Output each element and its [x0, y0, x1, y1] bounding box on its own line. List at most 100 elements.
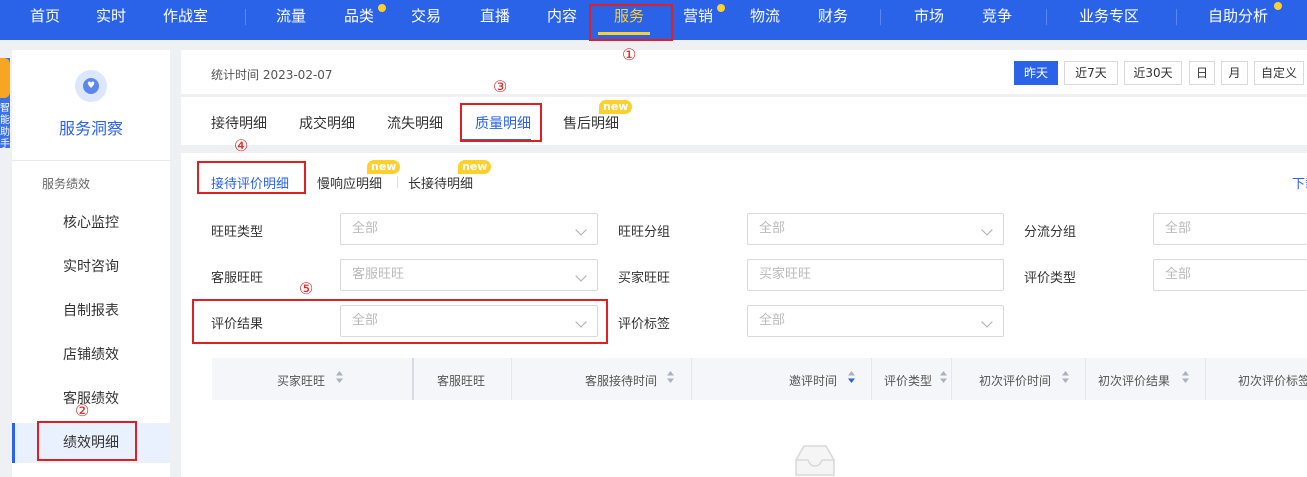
sort-icon[interactable]	[335, 370, 344, 384]
filter-label-flow-group: 分流分组	[1024, 225, 1077, 240]
table-column-divider	[691, 358, 692, 400]
select-value: 全部	[759, 313, 786, 328]
annotation-number-5: ⑤	[299, 279, 314, 298]
stat-time-label: 统计时间 2023-02-07	[211, 68, 333, 82]
subtab-divider	[397, 176, 398, 188]
assistant-mascot[interactable]: 智能助手	[0, 58, 10, 150]
wangwang-group-select[interactable]: 全部	[747, 213, 1004, 245]
sort-desc-icon[interactable]	[847, 370, 856, 384]
sort-icon[interactable]	[939, 370, 948, 384]
filter-label-cs-wangwang: 客服旺旺	[211, 271, 264, 286]
eval-type-select[interactable]: 全部	[1153, 259, 1307, 291]
annotation-box-quality-detail	[460, 103, 542, 142]
column-header-first-eval-tag[interactable]: 初次评价标签	[1238, 372, 1307, 389]
sidebar-item-core-monitor[interactable]: 核心监控	[12, 203, 170, 243]
sort-icon[interactable]	[1061, 370, 1070, 384]
sidebar-item-custom-report[interactable]: 自制报表	[12, 291, 170, 331]
sidebar-item-shop-performance[interactable]: 店铺绩效	[12, 335, 170, 375]
chevron-down-icon	[575, 270, 587, 282]
filter-label-buyer-wangwang: 买家旺旺	[618, 271, 671, 286]
download-link[interactable]: 下载	[1292, 173, 1307, 192]
chevron-down-icon	[575, 224, 587, 236]
sidebar: ♥ 服务洞察 服务绩效 核心监控 实时咨询 自制报表 店铺绩效 客服绩效 绩效明…	[12, 50, 170, 477]
tab-aftersale-detail[interactable]: 售后明细	[563, 113, 619, 133]
nav-item-logistics[interactable]: 物流	[750, 0, 780, 40]
date-button-custom[interactable]: 自定义	[1254, 61, 1304, 85]
nav-item-realtime[interactable]: 实时	[96, 0, 126, 40]
table-column-divider	[412, 358, 414, 400]
cs-wangwang-select[interactable]: 客服旺旺	[340, 259, 598, 291]
mascot-face-icon	[0, 58, 10, 98]
annotation-box-eval-result	[192, 299, 608, 344]
nav-item-category[interactable]: 品类	[344, 0, 374, 40]
sidebar-section-label: 服务绩效	[42, 177, 91, 191]
notification-dot-icon	[378, 4, 386, 12]
service-insight-logo: ♥	[75, 70, 107, 102]
wangwang-type-select[interactable]: 全部	[340, 213, 598, 245]
column-header-eval-type[interactable]: 评价类型	[884, 372, 932, 389]
nav-item-marketing[interactable]: 营销	[683, 0, 713, 40]
column-header-first-eval-result[interactable]: 初次评价结果	[1098, 372, 1170, 389]
subtab-long-reception[interactable]: 长接待明细	[408, 173, 473, 192]
tab-churn-detail[interactable]: 流失明细	[387, 113, 443, 133]
annotation-number-2: ②	[75, 401, 90, 420]
chevron-down-icon	[981, 316, 993, 328]
filter-label-wangwang-group: 旺旺分组	[618, 225, 671, 240]
sort-icon[interactable]	[666, 370, 675, 384]
nav-item-market[interactable]: 市场	[914, 0, 944, 40]
input-placeholder: 买家旺旺	[759, 267, 812, 282]
select-value: 全部	[1165, 267, 1192, 282]
chevron-down-icon	[981, 224, 993, 236]
sort-icon[interactable]	[1181, 370, 1190, 384]
column-header-buyer-wangwang[interactable]: 买家旺旺	[277, 372, 325, 389]
column-header-first-eval-time[interactable]: 初次评价时间	[979, 372, 1051, 389]
filter-label-eval-tag: 评价标签	[618, 317, 671, 332]
new-badge: new	[458, 160, 492, 174]
nav-item-content[interactable]: 内容	[547, 0, 577, 40]
heart-icon: ♥	[83, 78, 99, 94]
nav-item-traffic[interactable]: 流量	[276, 0, 306, 40]
eval-tag-select[interactable]: 全部	[747, 305, 1004, 337]
nav-item-business-zone[interactable]: 业务专区	[1079, 0, 1139, 40]
nav-divider	[245, 9, 246, 25]
nav-item-finance[interactable]: 财务	[818, 0, 848, 40]
nav-item-competition[interactable]: 竞争	[982, 0, 1012, 40]
table-column-divider	[951, 358, 952, 400]
buyer-wangwang-input[interactable]: 买家旺旺	[747, 259, 1004, 291]
column-header-cs-wangwang[interactable]: 客服旺旺	[437, 372, 485, 389]
sidebar-divider	[12, 160, 170, 161]
subtab-slow-response[interactable]: 慢响应明细	[317, 173, 382, 192]
select-placeholder: 客服旺旺	[352, 267, 405, 282]
annotation-number-3: ③	[493, 77, 508, 96]
filter-label-wangwang-type: 旺旺类型	[211, 225, 264, 240]
annotation-number-4: ④	[234, 136, 249, 155]
date-button-month[interactable]: 月	[1221, 61, 1248, 85]
notification-dot-icon	[1274, 2, 1282, 10]
column-header-cs-reception-time[interactable]: 客服接待时间	[585, 372, 657, 389]
table-column-divider	[1085, 358, 1086, 400]
nav-item-home[interactable]: 首页	[30, 0, 60, 40]
flow-group-select[interactable]: 全部	[1153, 213, 1307, 245]
tab-deal-detail[interactable]: 成交明细	[299, 113, 355, 133]
date-button-yesterday[interactable]: 昨天	[1014, 61, 1058, 85]
column-header-invite-time[interactable]: 邀评时间	[789, 372, 837, 389]
date-button-30days[interactable]: 近30天	[1124, 61, 1182, 85]
notification-dot-icon	[717, 4, 725, 12]
annotation-box-performance-detail	[37, 421, 137, 461]
nav-item-live[interactable]: 直播	[480, 0, 510, 40]
select-value: 全部	[759, 221, 786, 236]
nav-item-war-room[interactable]: 作战室	[163, 0, 208, 40]
filter-label-eval-type: 评价类型	[1024, 271, 1077, 286]
sidebar-item-cs-performance[interactable]: 客服绩效	[12, 379, 170, 419]
annotation-box-reception-evaluation	[197, 161, 306, 194]
date-button-7days[interactable]: 近7天	[1064, 61, 1118, 85]
select-value: 全部	[352, 221, 379, 236]
date-button-day[interactable]: 日	[1189, 61, 1215, 85]
tab-reception-detail[interactable]: 接待明细	[211, 113, 267, 133]
table-column-divider	[871, 358, 872, 400]
empty-inbox-icon	[795, 445, 835, 476]
sidebar-item-realtime-consult[interactable]: 实时咨询	[12, 247, 170, 287]
mascot-label: 智能助手	[0, 103, 10, 150]
nav-item-transaction[interactable]: 交易	[411, 0, 441, 40]
nav-item-self-analysis[interactable]: 自助分析	[1208, 0, 1268, 40]
